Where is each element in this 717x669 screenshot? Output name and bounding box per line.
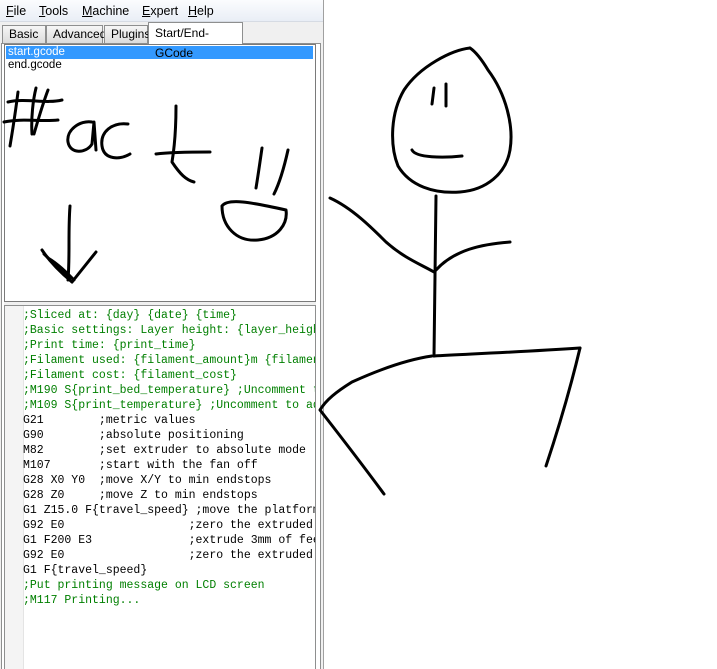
code-line: G28 X0 Y0 ;move X/Y to min endstops [23,474,272,487]
letter-a [66,120,98,153]
smiley-eye-right [272,148,290,196]
code-line: ;Basic settings: Layer height: {layer_he… [23,324,315,337]
arrow-shaft [66,204,72,282]
code-line: G1 Z15.0 F{travel_speed} ;move the platf… [23,504,316,517]
code-line: ;Filament cost: {filament_cost} [23,369,237,382]
head [391,46,513,194]
letter-c [100,122,132,160]
code-line: G92 E0 ;zero the extruded length [23,519,313,532]
code-line: ;M109 S{print_temperature} ;Uncomment to… [23,399,315,412]
code-line: G90 ;absolute positioning [23,429,244,442]
hash-stroke-4 [6,98,64,104]
smiley-eye-left [254,146,264,190]
code-line: G21 ;metric values [23,414,196,427]
tab-start-end-gcode[interactable]: Start/End-GCode [148,22,243,60]
app-window: File Tools Machine Expert Help Basic Advanced… [0,0,324,669]
left-arm [328,196,436,274]
code-line: M107 ;start with the fan off [23,459,258,472]
code-line: ;Print time: {print_time} [23,339,196,352]
code-line: ;M190 S{print_bed_temperature} ;Uncommen… [23,384,315,397]
code-line: G28 Z0 ;move Z to min endstops [23,489,258,502]
hash-stroke-5 [2,118,60,124]
body [432,194,438,358]
left-eye [430,86,436,106]
right-arm [434,240,512,272]
code-line: G92 E0 ;zero the extruded length again [23,549,313,562]
hip [432,346,582,358]
letter-t-vert [170,104,196,184]
gcode-editor[interactable]: ;Sliced at: {day} {date} {time} ;Basic se… [4,305,316,669]
code-line: G1 F200 E3 ;extrude 3mm of feed stock [23,534,315,547]
code-line: ;Put printing message on LCD screen [23,579,265,592]
editor-gutter [5,306,24,669]
code-line: ;M117 Printing... [23,594,141,607]
left-leg [318,354,434,496]
arrow-head-right [70,250,98,284]
code-line: G1 F{travel_speed} [23,564,148,577]
code-line: M82 ;set extruder to absolute mode [23,444,306,457]
right-leg [544,346,582,468]
editor-text[interactable]: ;Sliced at: {day} {date} {time} ;Basic se… [23,308,316,608]
code-line: ;Sliced at: {day} {date} {time} [23,309,237,322]
hash-stroke-3 [32,88,50,136]
code-line: ;Filament used: {filament_amount}m {fila… [23,354,315,367]
mouth [410,148,464,159]
letter-t-horiz [154,150,212,156]
smiley-mouth [220,200,288,242]
